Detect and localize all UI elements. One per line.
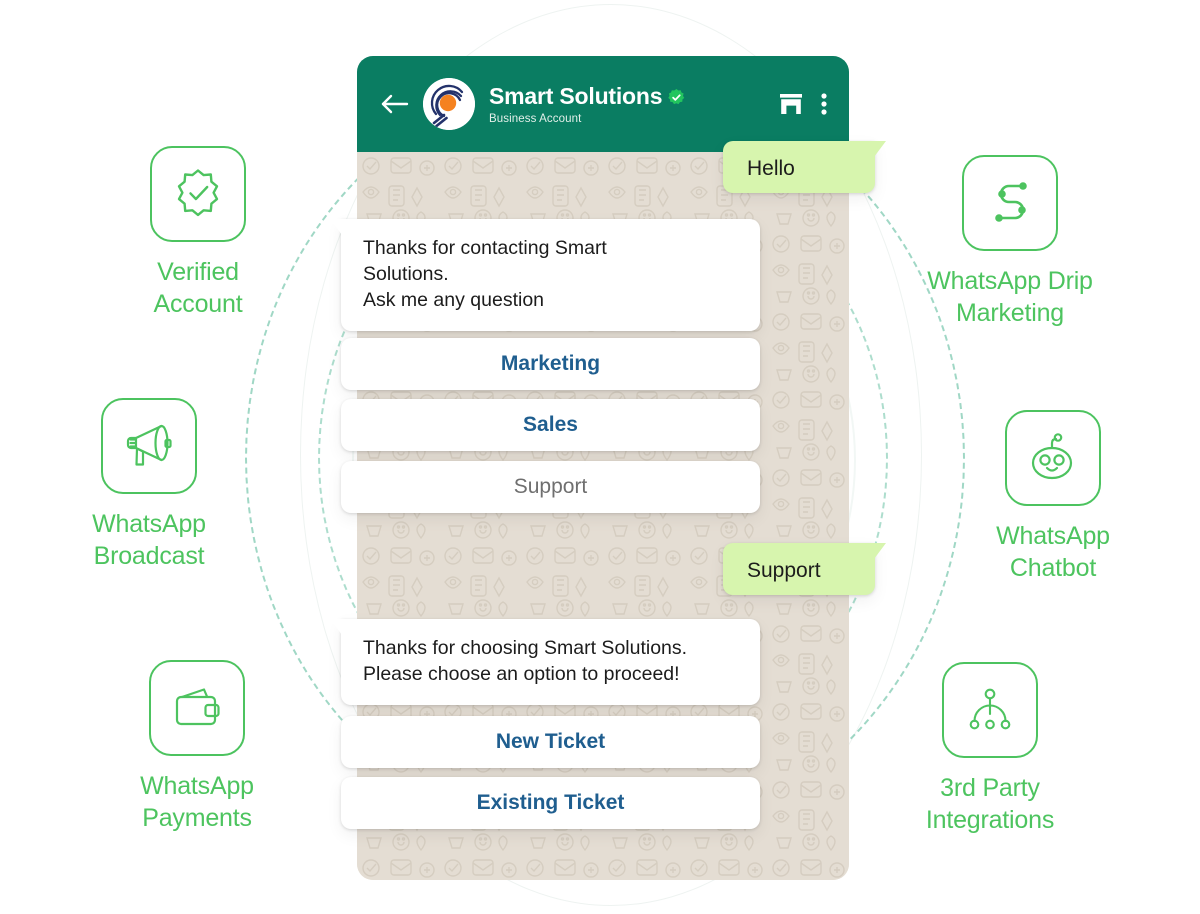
account-subtitle: Business Account bbox=[489, 113, 582, 125]
feature-icon-box bbox=[942, 662, 1038, 758]
message-bubble-incoming: Thanks for choosing Smart Solutions. Ple… bbox=[341, 619, 760, 705]
feature-whatsapp-broadcast[interactable]: WhatsApp Broadcast bbox=[44, 398, 254, 572]
verified-seal-icon bbox=[177, 169, 219, 217]
message-text: Support bbox=[747, 559, 821, 582]
feature-label: WhatsApp Chatbot bbox=[948, 520, 1158, 584]
feature-label-line2: Integrations bbox=[925, 806, 1055, 834]
feature-label-line1: WhatsApp bbox=[140, 772, 254, 800]
feature-verified-account[interactable]: Verified Account bbox=[93, 146, 303, 320]
feature-whatsapp-drip-marketing[interactable]: WhatsApp Drip Marketing bbox=[904, 155, 1116, 329]
quick-reply-label: New Ticket bbox=[495, 730, 606, 753]
quick-reply-label: Sales bbox=[523, 413, 578, 436]
account-name-row: Smart Solutions bbox=[489, 83, 778, 110]
wallet-icon bbox=[175, 688, 220, 726]
feature-3rd-party-integrations[interactable]: 3rd Party Integrations bbox=[885, 662, 1095, 836]
quick-reply-new-ticket[interactable]: New Ticket bbox=[341, 716, 760, 768]
quick-reply-sales[interactable]: Sales bbox=[341, 399, 760, 451]
feature-icon-box bbox=[1005, 410, 1101, 506]
back-arrow-icon[interactable] bbox=[379, 91, 409, 117]
message-line: Thanks for contacting Smart bbox=[363, 237, 607, 259]
quick-reply-existing-ticket[interactable]: Existing Ticket bbox=[341, 777, 760, 829]
avatar-logo-mark bbox=[423, 78, 475, 130]
feature-label-line1: 3rd Party bbox=[940, 774, 1040, 802]
feature-icon-box bbox=[101, 398, 197, 494]
hierarchy-tree-icon bbox=[969, 688, 1011, 730]
feature-whatsapp-payments[interactable]: WhatsApp Payments bbox=[92, 660, 302, 834]
feature-label: Verified Account bbox=[93, 256, 303, 320]
header-actions bbox=[778, 92, 831, 116]
message-line: Solutions. bbox=[363, 263, 449, 285]
feature-label-line1: WhatsApp bbox=[92, 510, 206, 538]
message-bubble-outgoing: Support bbox=[723, 543, 875, 595]
feature-label-line1: WhatsApp bbox=[996, 522, 1110, 550]
feature-label: WhatsApp Drip Marketing bbox=[904, 265, 1116, 329]
quick-reply-marketing[interactable]: Marketing bbox=[341, 338, 760, 390]
verified-badge-icon bbox=[668, 89, 685, 105]
flow-nodes-icon bbox=[995, 182, 1027, 222]
header-account-info: Smart Solutions Business Account bbox=[489, 83, 778, 125]
message-line: Ask me any question bbox=[363, 289, 545, 311]
feature-label-line1: Verified bbox=[157, 258, 239, 286]
feature-label-line2: Account bbox=[153, 290, 243, 318]
illustration-stage: Smart Solutions Business Account Hello T… bbox=[0, 0, 1200, 914]
feature-label-line2: Broadcast bbox=[93, 542, 205, 570]
quick-reply-label: Marketing bbox=[500, 352, 601, 375]
quick-reply-support[interactable]: Support bbox=[341, 461, 760, 513]
message-text: Hello bbox=[747, 157, 795, 180]
feature-label-line2: Marketing bbox=[956, 299, 1064, 327]
storefront-icon[interactable] bbox=[778, 92, 804, 116]
message-line: Please choose an option to proceed! bbox=[363, 663, 680, 685]
megaphone-icon bbox=[126, 424, 172, 466]
feature-label-line2: Chatbot bbox=[1009, 554, 1097, 582]
more-vertical-icon[interactable] bbox=[821, 92, 827, 116]
business-avatar[interactable] bbox=[423, 78, 475, 130]
quick-reply-label: Existing Ticket bbox=[476, 791, 625, 814]
quick-reply-label: Support bbox=[513, 475, 588, 498]
feature-label: WhatsApp Payments bbox=[92, 770, 302, 834]
feature-label-line1: WhatsApp Drip bbox=[927, 267, 1093, 295]
robot-face-icon bbox=[1031, 433, 1073, 480]
feature-icon-box bbox=[149, 660, 245, 756]
feature-label: WhatsApp Broadcast bbox=[44, 508, 254, 572]
chat-header: Smart Solutions Business Account bbox=[357, 56, 849, 152]
feature-label: 3rd Party Integrations bbox=[885, 772, 1095, 836]
feature-icon-box bbox=[962, 155, 1058, 251]
feature-icon-box bbox=[150, 146, 246, 242]
message-line: Thanks for choosing Smart Solutions. bbox=[363, 637, 688, 659]
feature-whatsapp-chatbot[interactable]: WhatsApp Chatbot bbox=[948, 410, 1158, 584]
message-bubble-outgoing: Hello bbox=[723, 141, 875, 193]
feature-label-line2: Payments bbox=[142, 804, 252, 832]
message-bubble-incoming: Thanks for contacting Smart Solutions. A… bbox=[341, 219, 760, 331]
account-name: Smart Solutions bbox=[489, 83, 663, 109]
